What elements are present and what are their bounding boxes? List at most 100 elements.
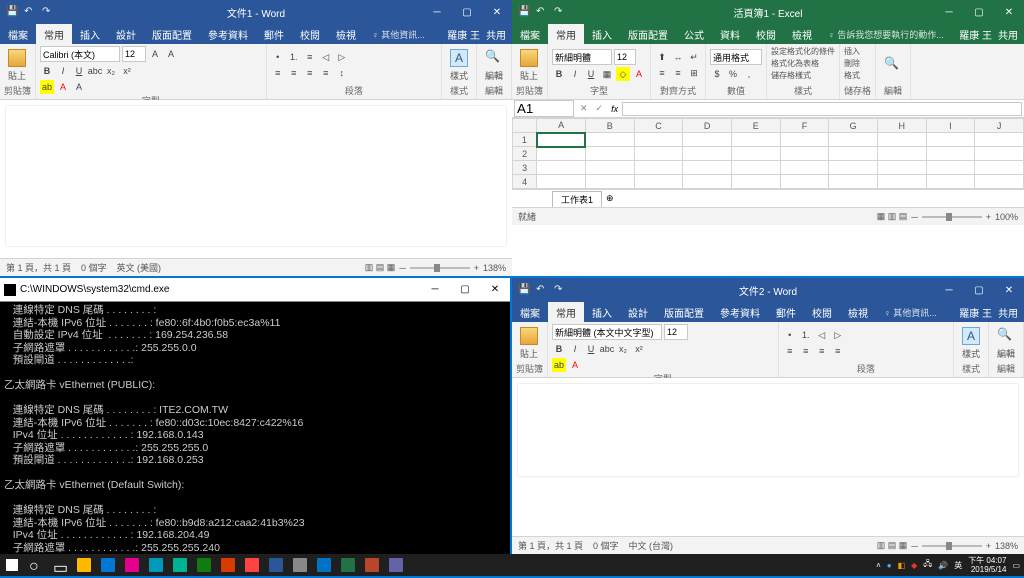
font-name-combo[interactable]	[552, 324, 662, 340]
superscript-button[interactable]: x²	[632, 342, 646, 356]
italic-button[interactable]: I	[568, 67, 582, 81]
cell[interactable]	[829, 161, 878, 175]
tab-layout[interactable]: 版面配置	[656, 302, 712, 323]
tab-references[interactable]: 參考資料	[712, 302, 768, 323]
tab-review[interactable]: 校閱	[804, 302, 840, 323]
tab-home[interactable]: 常用	[548, 24, 584, 45]
save-icon[interactable]: 💾	[6, 6, 18, 18]
subscript-button[interactable]: x₂	[104, 64, 118, 78]
redo-icon[interactable]: ↷	[554, 284, 566, 296]
col-header[interactable]: J	[975, 119, 1024, 133]
tab-mailings[interactable]: 郵件	[256, 24, 292, 45]
format-cells-button[interactable]: 格式	[844, 70, 860, 81]
share-button[interactable]: 共用	[998, 305, 1018, 320]
indent-inc-button[interactable]: ▷	[335, 50, 349, 64]
taskbar-app-firefox[interactable]	[168, 554, 192, 576]
tab-references[interactable]: 參考資料	[200, 24, 256, 45]
cell[interactable]	[731, 133, 780, 147]
share-button[interactable]: 共用	[486, 27, 506, 42]
cell[interactable]	[975, 175, 1024, 189]
multilevel-button[interactable]: ≡	[303, 50, 317, 64]
superscript-button[interactable]: x²	[120, 64, 134, 78]
cell[interactable]	[926, 133, 975, 147]
undo-icon[interactable]: ↶	[536, 6, 548, 18]
page-count[interactable]: 第 1 頁，共 1 頁	[518, 539, 583, 552]
indent-dec-button[interactable]: ◁	[815, 328, 829, 342]
cell[interactable]	[780, 175, 829, 189]
font-color-button[interactable]: A	[56, 80, 70, 94]
redo-icon[interactable]: ↷	[42, 6, 54, 18]
merge-button[interactable]: ⊞	[687, 66, 701, 80]
row-header[interactable]: 1	[513, 133, 537, 147]
tab-file[interactable]: 檔案	[0, 24, 36, 45]
cell[interactable]	[926, 175, 975, 189]
formula-input[interactable]	[622, 102, 1022, 116]
clock[interactable]: 下午 04:072019/5/14	[968, 556, 1006, 574]
redo-icon[interactable]: ↷	[554, 6, 566, 18]
border-button[interactable]: ▦	[600, 67, 614, 81]
font-name-combo[interactable]	[552, 49, 612, 65]
strike-button[interactable]: abc	[88, 64, 102, 78]
cell[interactable]	[585, 147, 634, 161]
align-left-button[interactable]: ≡	[655, 66, 669, 80]
maximize-button[interactable]: ▢	[452, 7, 482, 18]
view-buttons[interactable]: ▥ ▤ ▦	[877, 540, 908, 551]
zoom-level[interactable]: 138%	[483, 263, 506, 273]
tray-app-icon[interactable]: ●	[887, 561, 892, 570]
col-header[interactable]: B	[585, 119, 634, 133]
cell[interactable]	[683, 175, 732, 189]
taskbar-app-excel[interactable]	[288, 554, 312, 576]
tray-app-icon[interactable]: ◧	[898, 561, 906, 570]
align-center-button[interactable]: ≡	[287, 66, 301, 80]
tab-design[interactable]: 設計	[620, 302, 656, 323]
cell[interactable]	[634, 161, 683, 175]
paste-button[interactable]: 貼上	[4, 47, 30, 84]
row-header[interactable]: 2	[513, 147, 537, 161]
tell-me[interactable]: ♀ 其他資訊...	[364, 25, 433, 44]
taskbar-app-skype[interactable]	[360, 554, 384, 576]
cell[interactable]	[731, 147, 780, 161]
shrink-font-icon[interactable]: A	[164, 47, 178, 61]
tab-layout[interactable]: 版面配置	[144, 24, 200, 45]
word-count[interactable]: 0 個字	[81, 261, 107, 274]
zoom-slider[interactable]	[410, 267, 470, 269]
numbering-button[interactable]: 1.	[799, 328, 813, 342]
styles-button[interactable]: A樣式	[958, 325, 984, 362]
subscript-button[interactable]: x₂	[616, 342, 630, 356]
cell[interactable]	[634, 133, 683, 147]
minimize-button[interactable]: ─	[422, 7, 452, 18]
cell[interactable]	[585, 133, 634, 147]
add-sheet-button[interactable]: ⊕	[606, 193, 614, 204]
maximize-button[interactable]: ▢	[964, 7, 994, 18]
align-center-button[interactable]: ≡	[799, 344, 813, 358]
col-header[interactable]: I	[926, 119, 975, 133]
align-mid-button[interactable]: ↔	[671, 50, 685, 64]
taskbar-app-ppt[interactable]	[312, 554, 336, 576]
bullets-button[interactable]: •	[271, 50, 285, 64]
start-button[interactable]	[0, 554, 24, 576]
tab-review[interactable]: 校閱	[292, 24, 328, 45]
font-color-button[interactable]: A	[632, 67, 646, 81]
tab-insert[interactable]: 插入	[72, 24, 108, 45]
tab-view[interactable]: 檢視	[840, 302, 876, 323]
underline-button[interactable]: U	[72, 64, 86, 78]
font-size-combo[interactable]	[614, 49, 636, 65]
cell[interactable]	[731, 175, 780, 189]
font-name-combo[interactable]	[40, 46, 120, 62]
close-button[interactable]: ✕	[482, 7, 512, 18]
align-left-button[interactable]: ≡	[783, 344, 797, 358]
save-icon[interactable]: 💾	[518, 284, 530, 296]
name-box[interactable]	[514, 100, 574, 117]
editing-button[interactable]: 🔍	[880, 54, 906, 76]
cell[interactable]	[585, 161, 634, 175]
underline-button[interactable]: U	[584, 67, 598, 81]
tab-insert[interactable]: 插入	[584, 24, 620, 45]
cell[interactable]	[634, 175, 683, 189]
comma-button[interactable]: ,	[742, 67, 756, 81]
tab-review[interactable]: 校閱	[748, 24, 784, 45]
word-count[interactable]: 0 個字	[593, 539, 619, 552]
font-color-button[interactable]: A	[568, 358, 582, 372]
excel-titlebar[interactable]: 💾↶↷ 活頁簿1 - Excel ─▢✕	[512, 0, 1024, 24]
minimize-button[interactable]: ─	[934, 7, 964, 18]
currency-button[interactable]: $	[710, 67, 724, 81]
